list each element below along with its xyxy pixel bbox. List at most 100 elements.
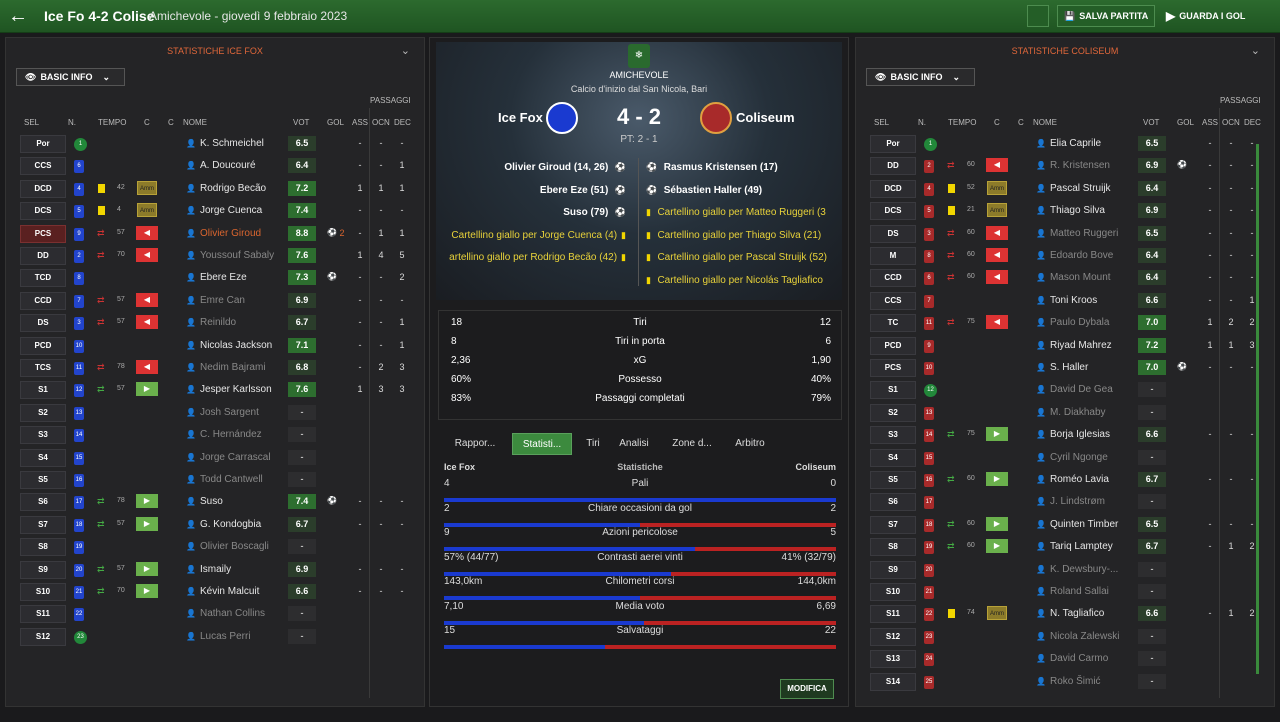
player-name[interactable]: 👤 A. Doucouré: [186, 160, 256, 171]
player-row[interactable]: DCS 5 4 Amm 👤 Jorge Cuenca 7.4 - - -: [6, 200, 424, 222]
player-row[interactable]: PCS 10 👤 S. Haller 7.0 ⚽ - - -: [856, 357, 1274, 379]
player-row[interactable]: S3 14 ⇄ 75 ▶ 👤 Borja Iglesias 6.6 - - -: [856, 424, 1274, 446]
player-row[interactable]: M 8 ⇄ 60 ◀ 👤 Edoardo Bove 6.4 - - -: [856, 245, 1274, 267]
player-name[interactable]: 👤 Thiago Silva: [1036, 205, 1105, 216]
player-name[interactable]: 👤 Rodrigo Becão: [186, 183, 266, 194]
player-name[interactable]: 👤 G. Kondogbia: [186, 519, 261, 530]
player-name[interactable]: 👤 S. Haller: [1036, 362, 1088, 373]
tab-0[interactable]: Rappor...: [446, 433, 504, 455]
player-row[interactable]: CCD 6 ⇄ 60 ◀ 👤 Mason Mount 6.4 - - -: [856, 267, 1274, 289]
player-row[interactable]: DS 3 ⇄ 57 ◀ 👤 Reinildo 6.7 - - 1: [6, 312, 424, 334]
tab-2[interactable]: Tiri: [580, 433, 606, 455]
player-row[interactable]: S1 12 👤 David De Gea -: [856, 379, 1274, 401]
player-name[interactable]: 👤 Nicolas Jackson: [186, 340, 272, 351]
player-name[interactable]: 👤 Roméo Lavia: [1036, 474, 1109, 485]
player-row[interactable]: S12 23 👤 Nicola Zalewski -: [856, 626, 1274, 648]
player-row[interactable]: S11 22 👤 Nathan Collins -: [6, 603, 424, 625]
player-row[interactable]: Por 1 👤 Elia Caprile 6.5 - - -: [856, 133, 1274, 155]
save-match-button[interactable]: 💾 SALVA PARTITA: [1057, 5, 1155, 27]
player-name[interactable]: 👤 Paulo Dybala: [1036, 317, 1109, 328]
player-row[interactable]: S9 20 ⇄ 57 ▶ 👤 Ismaily 6.9 - - -: [6, 559, 424, 581]
player-row[interactable]: CCS 7 👤 Toni Kroos 6.6 - - 1: [856, 290, 1274, 312]
player-name[interactable]: 👤 Kévin Malcuit: [186, 586, 259, 597]
player-row[interactable]: S8 19 ⇄ 60 ▶ 👤 Tariq Lamptey 6.7 - 1 2: [856, 536, 1274, 558]
player-row[interactable]: DD 2 ⇄ 60 ◀ 👤 R. Kristensen 6.9 ⚽ - - -: [856, 155, 1274, 177]
player-row[interactable]: DD 2 ⇄ 70 ◀ 👤 Youssouf Sabaly 7.6 1 4 5: [6, 245, 424, 267]
player-row[interactable]: S5 16 ⇄ 60 ▶ 👤 Roméo Lavia 6.7 - - -: [856, 469, 1274, 491]
view-select[interactable]: 👁 BASIC INFO ⌄: [866, 68, 975, 86]
player-name[interactable]: 👤 K. Dewsbury-...: [1036, 564, 1118, 575]
player-row[interactable]: S11 22 74 Amm 👤 N. Tagliafico 6.6 - 1 2: [856, 603, 1274, 625]
player-name[interactable]: 👤 Riyad Mahrez: [1036, 340, 1112, 351]
player-row[interactable]: S4 15 👤 Jorge Carrascal -: [6, 447, 424, 469]
player-row[interactable]: DS 3 ⇄ 60 ◀ 👤 Matteo Ruggeri 6.5 - - -: [856, 223, 1274, 245]
player-row[interactable]: S4 15 👤 Cyril Ngonge -: [856, 447, 1274, 469]
player-name[interactable]: 👤 Jorge Carrascal: [186, 452, 271, 463]
player-name[interactable]: 👤 David Carmo: [1036, 653, 1108, 664]
player-row[interactable]: TCD 8 👤 Ebere Eze 7.3 ⚽ - - 2: [6, 267, 424, 289]
player-row[interactable]: S13 24 👤 David Carmo -: [856, 648, 1274, 670]
player-row[interactable]: S5 16 👤 Todd Cantwell -: [6, 469, 424, 491]
player-row[interactable]: S6 17 ⇄ 78 ▶ 👤 Suso 7.4 ⚽ - - -: [6, 491, 424, 513]
player-name[interactable]: 👤 Pascal Struijk: [1036, 183, 1111, 194]
player-row[interactable]: TCS 11 ⇄ 78 ◀ 👤 Nedim Bajrami 6.8 - 2 3: [6, 357, 424, 379]
player-name[interactable]: 👤 Mason Mount: [1036, 272, 1111, 283]
player-row[interactable]: CCS 6 👤 A. Doucouré 6.4 - - 1: [6, 155, 424, 177]
player-row[interactable]: S12 23 👤 Lucas Perri -: [6, 626, 424, 648]
player-name[interactable]: 👤 Cyril Ngonge: [1036, 452, 1108, 463]
player-name[interactable]: 👤 Edoardo Bove: [1036, 250, 1113, 261]
player-row[interactable]: S14 25 👤 Roko Šimić -: [856, 671, 1274, 693]
player-name[interactable]: 👤 Jorge Cuenca: [186, 205, 262, 216]
watch-goals-button[interactable]: ▶ GUARDA I GOL: [1160, 5, 1272, 27]
player-name[interactable]: 👤 Toni Kroos: [1036, 295, 1097, 306]
player-row[interactable]: TC 11 ⇄ 75 ◀ 👤 Paulo Dybala 7.0 1 2 2: [856, 312, 1274, 334]
player-name[interactable]: 👤 Roko Šimić: [1036, 676, 1101, 687]
player-row[interactable]: DCS 5 21 Amm 👤 Thiago Silva 6.9 - - -: [856, 200, 1274, 222]
player-name[interactable]: 👤 N. Tagliafico: [1036, 608, 1104, 619]
player-name[interactable]: 👤 Josh Sargent: [186, 407, 259, 418]
blank-button[interactable]: [1027, 5, 1049, 27]
chevron-down-icon[interactable]: ⌄: [401, 44, 410, 57]
player-row[interactable]: S9 20 👤 K. Dewsbury-... -: [856, 559, 1274, 581]
player-name[interactable]: 👤 David De Gea: [1036, 384, 1113, 395]
player-name[interactable]: 👤 Youssouf Sabaly: [186, 250, 274, 261]
player-name[interactable]: 👤 C. Hernández: [186, 429, 262, 440]
player-name[interactable]: 👤 Borja Iglesias: [1036, 429, 1110, 440]
player-name[interactable]: 👤 Jesper Karlsson: [186, 384, 272, 395]
player-name[interactable]: 👤 Roland Sallai: [1036, 586, 1109, 597]
tab-5[interactable]: Arbitro: [728, 433, 772, 455]
player-name[interactable]: 👤 Suso: [186, 496, 223, 507]
player-name[interactable]: 👤 K. Schmeichel: [186, 138, 264, 149]
player-name[interactable]: 👤 Nedim Bajrami: [186, 362, 266, 373]
player-name[interactable]: 👤 Elia Caprile: [1036, 138, 1101, 149]
player-row[interactable]: S3 14 👤 C. Hernández -: [6, 424, 424, 446]
player-name[interactable]: 👤 J. Lindstrøm: [1036, 496, 1105, 507]
player-row[interactable]: PCD 10 👤 Nicolas Jackson 7.1 - - 1: [6, 335, 424, 357]
player-row[interactable]: S10 21 ⇄ 70 ▶ 👤 Kévin Malcuit 6.6 - - -: [6, 581, 424, 603]
tab-4[interactable]: Zone d...: [664, 433, 720, 455]
player-name[interactable]: 👤 Todd Cantwell: [186, 474, 263, 485]
player-row[interactable]: S7 18 ⇄ 60 ▶ 👤 Quinten Timber 6.5 - - -: [856, 514, 1274, 536]
player-row[interactable]: S8 19 👤 Olivier Boscagli -: [6, 536, 424, 558]
player-name[interactable]: 👤 Quinten Timber: [1036, 519, 1118, 530]
player-row[interactable]: DCD 4 42 Amm 👤 Rodrigo Becão 7.2 1 1 1: [6, 178, 424, 200]
player-name[interactable]: 👤 Reinildo: [186, 317, 236, 328]
player-name[interactable]: 👤 Lucas Perri: [186, 631, 251, 642]
player-name[interactable]: 👤 Emre Can: [186, 295, 245, 306]
player-row[interactable]: S2 13 👤 M. Diakhaby -: [856, 402, 1274, 424]
view-select[interactable]: 👁 BASIC INFO ⌄: [16, 68, 125, 86]
player-row[interactable]: S1 12 ⇄ 57 ▶ 👤 Jesper Karlsson 7.6 1 3 3: [6, 379, 424, 401]
player-name[interactable]: 👤 Olivier Boscagli: [186, 541, 269, 552]
player-row[interactable]: PCS 9 ⇄ 57 ◀ 👤 Olivier Giroud 8.8 ⚽ 2-1 1: [6, 223, 424, 245]
player-name[interactable]: 👤 Ismaily: [186, 564, 231, 575]
player-name[interactable]: 👤 Tariq Lamptey: [1036, 541, 1113, 552]
tab-3[interactable]: Analisi: [614, 433, 654, 455]
chevron-down-icon[interactable]: ⌄: [1251, 44, 1260, 57]
player-name[interactable]: 👤 Matteo Ruggeri: [1036, 228, 1118, 239]
player-row[interactable]: S6 17 👤 J. Lindstrøm -: [856, 491, 1274, 513]
player-row[interactable]: S10 21 👤 Roland Sallai -: [856, 581, 1274, 603]
player-row[interactable]: CCD 7 ⇄ 57 ◀ 👤 Emre Can 6.9 - - -: [6, 290, 424, 312]
player-row[interactable]: DCD 4 52 Amm 👤 Pascal Struijk 6.4 - - -: [856, 178, 1274, 200]
tab-1[interactable]: Statisti...: [512, 433, 572, 455]
modify-button[interactable]: MODIFICA: [780, 679, 834, 699]
